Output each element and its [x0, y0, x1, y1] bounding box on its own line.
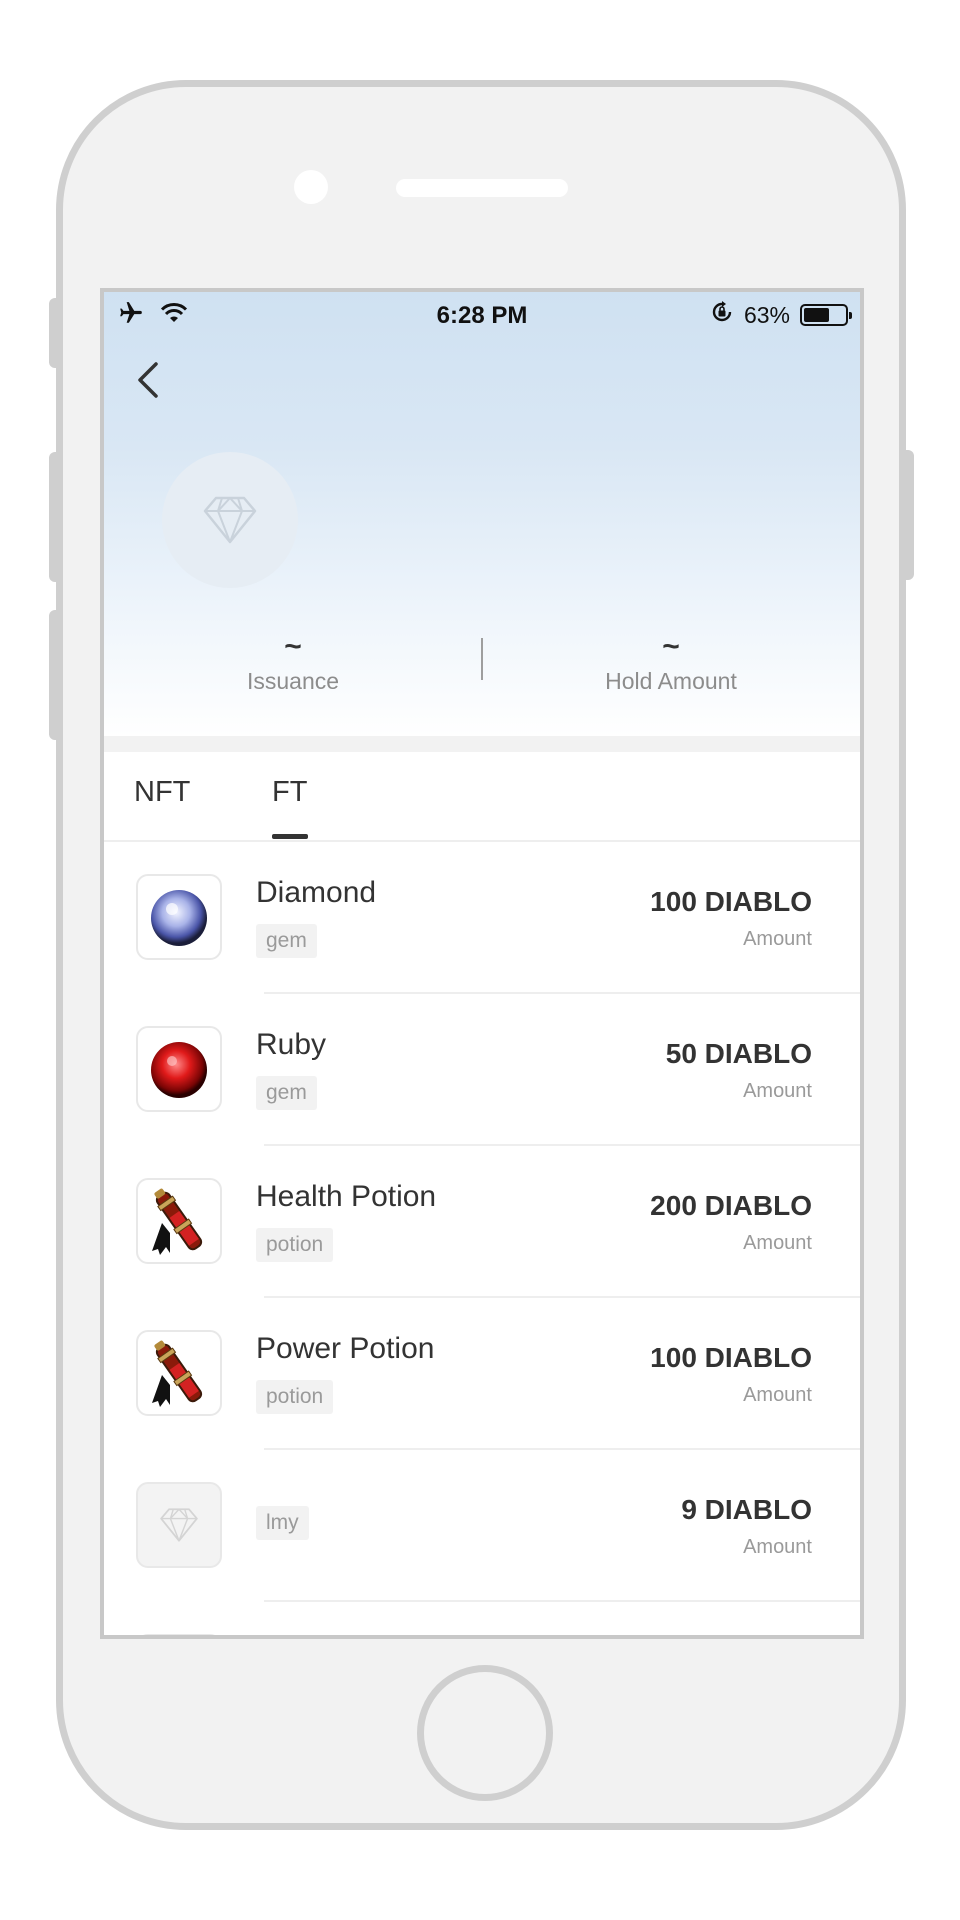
- placeholder-diamond-icon: [136, 1634, 222, 1635]
- token-stats: ~ Issuance ~ Hold Amount: [104, 630, 860, 710]
- item-amount: 200 DIABLO: [650, 1190, 812, 1221]
- hold-amount-value: ~: [662, 630, 680, 663]
- home-button[interactable]: [417, 1665, 553, 1801]
- item-amount-label: Amount: [743, 1232, 812, 1254]
- hold-amount-stat: ~ Hold Amount: [482, 630, 860, 695]
- earpiece-speaker: [396, 179, 568, 197]
- placeholder-diamond-icon: [136, 1482, 222, 1568]
- item-tag: gem: [256, 924, 317, 958]
- item-tag: potion: [256, 1380, 334, 1414]
- diamond-gem-icon: [136, 874, 222, 960]
- list-item[interactable]: Diamond gem 100 DIABLO Amount: [104, 842, 860, 994]
- item-name: Ruby: [256, 1028, 327, 1061]
- list-item[interactable]: lmy 9 DIABLO Amount: [104, 1450, 860, 1602]
- status-bar-right: 63%: [710, 300, 852, 330]
- tab-nft[interactable]: NFT: [134, 776, 190, 809]
- active-tab-indicator: [272, 834, 308, 839]
- item-tag: potion: [256, 1228, 334, 1262]
- issuance-value: ~: [284, 630, 302, 663]
- battery-icon: [800, 304, 852, 326]
- front-camera: [294, 170, 328, 204]
- orientation-lock-icon: [710, 300, 734, 330]
- item-amount: 9 DIABLO: [681, 1494, 812, 1525]
- ruby-gem-icon: [136, 1026, 222, 1112]
- issuance-label: Issuance: [246, 668, 340, 694]
- list-item[interactable]: Health Potion potion 200 DIABLO Amount: [104, 1146, 860, 1298]
- asset-list: Diamond gem 100 DIABLO Amount Ruby gem 5…: [104, 842, 860, 1635]
- item-amount: 50 DIABLO: [665, 1038, 812, 1069]
- list-item[interactable]: Ruby gem 50 DIABLO Amount: [104, 994, 860, 1146]
- item-name: Power Potion: [256, 1332, 435, 1365]
- item-amount: 100 DIABLO: [650, 886, 812, 917]
- chevron-left-icon: [138, 362, 158, 398]
- list-item[interactable]: [104, 1602, 860, 1635]
- item-amount-label: Amount: [743, 1080, 812, 1102]
- asset-tabs: NFT FT: [104, 752, 860, 842]
- battery-percent: 63%: [743, 301, 790, 328]
- diamond-outline-icon: [203, 496, 257, 544]
- item-tag: lmy: [256, 1506, 309, 1540]
- phone-screen: 6:28 PM 63% ~ Issuance ~ Hold Amount NFT…: [100, 288, 864, 1639]
- back-button[interactable]: [128, 358, 172, 402]
- hold-amount-label: Hold Amount: [605, 668, 737, 694]
- item-name: Diamond: [256, 876, 377, 909]
- item-amount-label: Amount: [743, 1536, 812, 1558]
- battery-level-fill: [804, 308, 830, 322]
- tab-ft[interactable]: FT: [272, 776, 307, 809]
- item-amount: 100 DIABLO: [650, 1342, 812, 1373]
- power-potion-icon: [136, 1330, 222, 1416]
- section-separator: [104, 736, 860, 752]
- token-header: 6:28 PM 63% ~ Issuance ~ Hold Amount: [104, 292, 860, 736]
- health-potion-icon: [136, 1178, 222, 1264]
- item-amount-label: Amount: [743, 928, 812, 950]
- token-avatar: [162, 452, 298, 588]
- list-item[interactable]: Power Potion potion 100 DIABLO Amount: [104, 1298, 860, 1450]
- item-name: Health Potion: [256, 1180, 437, 1213]
- item-amount-label: Amount: [743, 1384, 812, 1406]
- issuance-stat: ~ Issuance: [104, 630, 482, 695]
- status-bar: 6:28 PM 63%: [104, 292, 860, 340]
- item-tag: gem: [256, 1076, 317, 1110]
